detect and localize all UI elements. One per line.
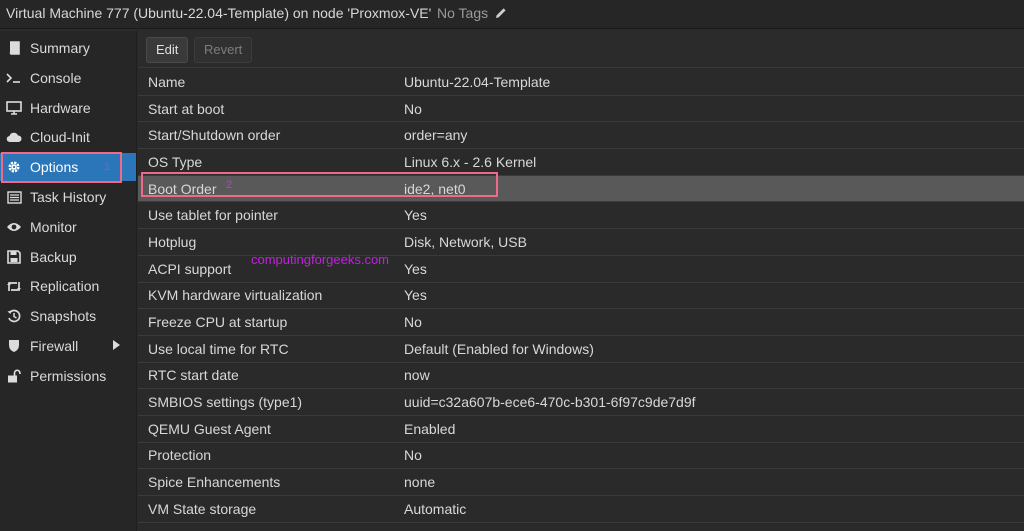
option-key: Start at boot bbox=[148, 100, 225, 117]
option-key: Protection bbox=[148, 447, 212, 464]
sidebar-item-label: Options bbox=[30, 159, 79, 175]
option-value: Disk, Network, USB bbox=[404, 233, 527, 250]
option-value: Linux 6.x - 2.6 Kernel bbox=[404, 153, 537, 170]
sidebar-item-permissions[interactable]: Permissions bbox=[0, 362, 136, 390]
options-grid: Name Ubuntu-22.04-Template Start at boot N… bbox=[138, 69, 1024, 523]
chevron-right-icon[interactable] bbox=[113, 340, 120, 350]
option-value: Automatic bbox=[404, 500, 467, 517]
edit-button[interactable]: Edit bbox=[146, 37, 189, 63]
option-value: Yes bbox=[404, 207, 427, 224]
sidebar-item-summary[interactable]: Summary bbox=[0, 34, 136, 62]
cloud-icon bbox=[6, 129, 22, 145]
sidebar-item-label: Snapshots bbox=[30, 308, 97, 324]
unlock-icon bbox=[6, 368, 22, 384]
sidebar-item-options[interactable]: Options bbox=[0, 153, 136, 181]
sidebar-item-label: Replication bbox=[30, 278, 100, 294]
sidebar-item-label: Summary bbox=[30, 40, 90, 56]
option-key: OS Type bbox=[148, 153, 203, 170]
option-value: No bbox=[404, 100, 422, 117]
option-key: SMBIOS settings (type1) bbox=[148, 394, 303, 411]
table-row[interactable]: VM State storage Automatic bbox=[138, 496, 1024, 523]
option-key: Start/Shutdown order bbox=[148, 127, 281, 144]
sidebar-item-label: Task History bbox=[30, 189, 107, 205]
option-key: Use local time for RTC bbox=[148, 340, 289, 357]
sidebar-item-monitor[interactable]: Monitor bbox=[0, 213, 136, 241]
option-key: QEMU Guest Agent bbox=[148, 420, 271, 437]
table-row[interactable]: Use local time for RTC Default (Enabled f… bbox=[138, 336, 1024, 363]
option-value: Enabled bbox=[404, 420, 456, 437]
table-row-selected[interactable]: Boot Order ide2, net0 bbox=[138, 175, 1024, 203]
option-value: Yes bbox=[404, 260, 427, 277]
sidebar-item-backup[interactable]: Backup bbox=[0, 243, 136, 271]
book-icon bbox=[6, 40, 22, 56]
annotation-marker-1: 1 bbox=[104, 161, 111, 173]
sidebar-item-label: Monitor bbox=[30, 219, 77, 235]
option-key: Use tablet for pointer bbox=[148, 207, 278, 224]
table-row[interactable]: QEMU Guest Agent Enabled bbox=[138, 416, 1024, 443]
sidebar-item-label: Hardware bbox=[30, 100, 91, 116]
list-icon bbox=[6, 189, 22, 205]
floppy-icon bbox=[6, 249, 22, 265]
option-key: KVM hardware virtualization bbox=[148, 287, 323, 304]
sidebar: Summary Console Hardware Cloud-Init Opti… bbox=[0, 31, 137, 531]
sidebar-item-label: Firewall bbox=[30, 338, 79, 354]
option-key: ACPI support bbox=[148, 260, 232, 277]
option-value: none bbox=[404, 474, 436, 491]
eye-icon bbox=[6, 219, 22, 235]
table-row[interactable]: Start at boot No bbox=[138, 96, 1024, 123]
table-row[interactable]: Freeze CPU at startup No bbox=[138, 309, 1024, 336]
option-key: Boot Order bbox=[148, 180, 217, 197]
monitor-icon bbox=[6, 100, 22, 116]
sidebar-item-console[interactable]: Console bbox=[0, 64, 136, 92]
shield-icon bbox=[6, 338, 22, 354]
option-key: Freeze CPU at startup bbox=[148, 314, 288, 331]
revert-button[interactable]: Revert bbox=[194, 37, 253, 63]
annotation-marker-2: 2 bbox=[226, 179, 233, 191]
option-key: RTC start date bbox=[148, 367, 239, 384]
option-key: Hotplug bbox=[148, 233, 197, 250]
table-row[interactable]: Use tablet for pointer Yes bbox=[138, 202, 1024, 230]
history-icon bbox=[6, 308, 22, 324]
table-row[interactable]: Spice Enhancements none bbox=[138, 469, 1024, 496]
option-value: No bbox=[404, 447, 422, 464]
sidebar-item-cloud-init[interactable]: Cloud-Init bbox=[0, 123, 136, 151]
window-title: Virtual Machine 777 (Ubuntu-22.04-Templa… bbox=[6, 5, 432, 21]
table-row[interactable]: Name Ubuntu-22.04-Template bbox=[138, 69, 1024, 96]
option-value: No bbox=[404, 314, 422, 331]
tags-label: No Tags bbox=[437, 5, 489, 21]
option-key: Name bbox=[148, 73, 186, 90]
option-value: Yes bbox=[404, 287, 427, 304]
option-value: ide2, net0 bbox=[404, 180, 466, 197]
tags-control[interactable]: No Tags bbox=[437, 5, 507, 21]
terminal-icon bbox=[6, 70, 22, 86]
sidebar-item-firewall[interactable]: Firewall bbox=[0, 332, 136, 360]
option-key: Spice Enhancements bbox=[148, 474, 281, 491]
sidebar-item-label: Console bbox=[30, 70, 82, 86]
sidebar-item-label: Cloud-Init bbox=[30, 129, 90, 145]
retweet-icon bbox=[6, 278, 22, 294]
toolbar: Edit Revert bbox=[138, 31, 1024, 68]
option-value: uuid=c32a607b-ece6-470c-b301-6f97c9de7d9… bbox=[404, 394, 696, 411]
sidebar-item-label: Permissions bbox=[30, 368, 107, 384]
sidebar-item-task-history[interactable]: Task History bbox=[0, 183, 136, 211]
option-key: VM State storage bbox=[148, 500, 257, 517]
sidebar-item-label: Backup bbox=[30, 249, 77, 265]
option-value: Default (Enabled for Windows) bbox=[404, 340, 594, 357]
pencil-icon[interactable] bbox=[495, 7, 507, 19]
table-row[interactable]: Start/Shutdown order order=any bbox=[138, 122, 1024, 150]
table-row[interactable]: SMBIOS settings (type1) uuid=c32a607b-ece… bbox=[138, 389, 1024, 416]
option-value: order=any bbox=[404, 127, 468, 144]
sidebar-item-hardware[interactable]: Hardware bbox=[0, 94, 136, 122]
option-value: Ubuntu-22.04-Template bbox=[404, 73, 551, 90]
table-row[interactable]: OS Type Linux 6.x - 2.6 Kernel bbox=[138, 149, 1024, 176]
sidebar-item-replication[interactable]: Replication bbox=[0, 272, 136, 300]
sidebar-item-snapshots[interactable]: Snapshots bbox=[0, 302, 136, 330]
table-row[interactable]: Protection No bbox=[138, 443, 1024, 470]
watermark: computingforgeeks.com bbox=[251, 252, 390, 267]
option-value: now bbox=[404, 367, 430, 384]
gear-icon bbox=[6, 159, 22, 175]
table-row[interactable]: KVM hardware virtualization Yes bbox=[138, 283, 1024, 310]
title-bar: Virtual Machine 777 (Ubuntu-22.04-Templa… bbox=[0, 0, 1024, 29]
table-row[interactable]: RTC start date now bbox=[138, 363, 1024, 390]
